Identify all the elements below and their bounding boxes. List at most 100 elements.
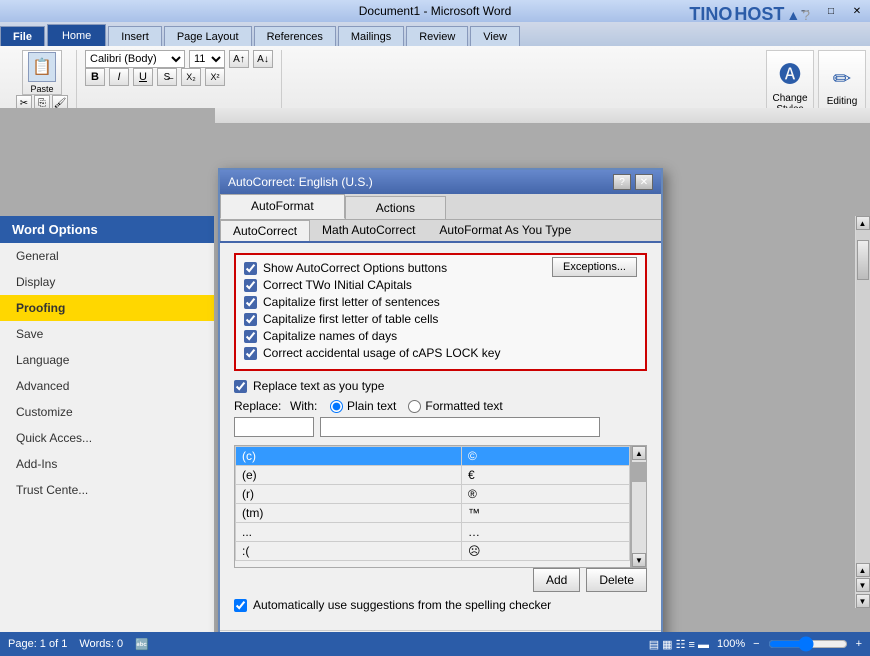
auto-suggest-checkbox[interactable] [234, 599, 247, 612]
zoom-level: 100% [717, 638, 745, 650]
table-cell-with: © [462, 447, 630, 466]
correct-two-row: Correct TWo INitial CApitals [244, 278, 637, 292]
correct-caps-lock-checkbox[interactable] [244, 347, 257, 360]
logo-icon: ▲ [786, 7, 800, 23]
tab-autoformat[interactable]: AutoFormat [220, 194, 345, 219]
auto-suggest-label: Automatically use suggestions from the s… [253, 598, 551, 612]
replacement-table-wrapper: (c) © (e) € (r) ® [234, 445, 647, 568]
table-cell-replace: (e) [236, 466, 462, 485]
replace-with-row: Replace: With: Plain text Formatted text [234, 399, 647, 413]
replace-label: Replace: [234, 399, 284, 413]
table-cell-replace: (c) [236, 447, 462, 466]
dialog-buttons: OK Cancel [220, 630, 661, 632]
italic-button[interactable]: I [109, 68, 129, 86]
replace-section: Replace text as you type Replace: With: … [234, 379, 647, 437]
replace-text-checkbox[interactable] [234, 380, 247, 393]
correct-two-checkbox[interactable] [244, 279, 257, 292]
strikethrough-button[interactable]: S̶ [157, 68, 177, 86]
close-window-button[interactable]: ✕ [844, 0, 870, 22]
autocorrect-dialog: AutoCorrect: English (U.S.) ? ✕ AutoForm… [218, 168, 663, 632]
superscript-button[interactable]: X² [205, 68, 225, 86]
underline-button[interactable]: U [133, 68, 153, 86]
formatted-text-label: Formatted text [425, 399, 502, 413]
capitalize-days-checkbox[interactable] [244, 330, 257, 343]
replacement-table: (c) © (e) € (r) ® [235, 446, 630, 561]
formatted-text-radio[interactable] [408, 400, 421, 413]
editing-icon: ✏ [833, 66, 851, 92]
scroll-up-arrow[interactable]: ▲ [632, 446, 646, 460]
tab-home[interactable]: Home [47, 24, 106, 46]
table-cell-with: € [462, 466, 630, 485]
replacement-table-scroll: (c) © (e) € (r) ® [234, 445, 631, 568]
tab-view[interactable]: View [470, 26, 520, 46]
tab-autoformat-as-you-type[interactable]: AutoFormat As You Type [427, 220, 583, 241]
table-row[interactable]: (r) ® [236, 485, 630, 504]
status-bar: Page: 1 of 1 Words: 0 🔤 ▤ ▦ ☷ ≡ ▬ 100% −… [0, 632, 870, 656]
replace-input[interactable] [234, 417, 314, 437]
language-status: 🔤 [135, 638, 149, 651]
editing-label: Editing [827, 96, 858, 107]
bold-button[interactable]: B [85, 68, 105, 86]
tab-file[interactable]: File [0, 26, 45, 46]
tab-references[interactable]: References [254, 26, 336, 46]
table-row[interactable]: (c) © [236, 447, 630, 466]
page-status: Page: 1 of 1 [8, 638, 67, 651]
correct-caps-lock-label: Correct accidental usage of cAPS LOCK ke… [263, 346, 500, 360]
font-name-select[interactable]: Calibri (Body) [85, 50, 185, 68]
add-button[interactable]: Add [533, 568, 580, 592]
font-row-1: Calibri (Body) 11 A↑ A↓ [85, 50, 273, 68]
font-size-select[interactable]: 11 [189, 50, 225, 68]
exceptions-button[interactable]: Exceptions... [552, 257, 637, 277]
checkbox-section: Exceptions... Show AutoCorrect Options b… [234, 253, 647, 371]
status-right: ▤ ▦ ☷ ≡ ▬ 100% − + [649, 636, 862, 652]
zoom-slider[interactable] [768, 636, 848, 652]
zoom-decrease-button[interactable]: − [753, 638, 759, 650]
tab-review[interactable]: Review [406, 26, 468, 46]
tab-math-autocorrect[interactable]: Math AutoCorrect [310, 220, 427, 241]
font-row-2: B I U S̶ X₂ X² [85, 68, 273, 86]
table-row[interactable]: (e) € [236, 466, 630, 485]
table-cell-replace: (r) [236, 485, 462, 504]
tab-autocorrect[interactable]: AutoCorrect [220, 220, 310, 241]
maximize-button[interactable]: □ [818, 0, 844, 22]
formatted-text-radio-label: Formatted text [408, 399, 502, 413]
tab-mailings[interactable]: Mailings [338, 26, 404, 46]
help-icon[interactable]: ? [802, 7, 810, 23]
tinohost-logo: TINOHOST ▲ ? [689, 4, 810, 25]
shrink-font-button[interactable]: A↓ [253, 50, 273, 68]
scroll-down-arrow[interactable]: ▼ [632, 553, 646, 567]
with-input[interactable] [320, 417, 600, 437]
grow-font-button[interactable]: A↑ [229, 50, 249, 68]
table-cell-with: … [462, 523, 630, 542]
subscript-button[interactable]: X₂ [181, 68, 201, 86]
tab-page-layout[interactable]: Page Layout [164, 26, 252, 46]
show-autocorrect-checkbox[interactable] [244, 262, 257, 275]
paste-icon: 📋 [28, 52, 56, 82]
radio-group: Plain text Formatted text [330, 399, 503, 413]
paste-button[interactable]: 📋 Paste [22, 50, 62, 95]
dialog-overlay: AutoCorrect: English (U.S.) ? ✕ AutoForm… [0, 108, 870, 632]
zoom-increase-button[interactable]: + [856, 638, 862, 650]
table-row[interactable]: :( ☹ [236, 542, 630, 561]
capitalize-table-checkbox[interactable] [244, 313, 257, 326]
capitalize-sentences-checkbox[interactable] [244, 296, 257, 309]
table-cell-replace: (tm) [236, 504, 462, 523]
plain-text-radio[interactable] [330, 400, 343, 413]
logo-text2: HOST [734, 4, 784, 25]
table-row[interactable]: (tm) ™ [236, 504, 630, 523]
dialog-close-button[interactable]: ✕ [635, 174, 653, 190]
scroll-thumb[interactable] [632, 462, 646, 482]
input-row [234, 417, 647, 437]
capitalize-table-label: Capitalize first letter of table cells [263, 312, 438, 326]
dialog-help-button[interactable]: ? [613, 174, 631, 190]
tab-actions[interactable]: Actions [345, 196, 446, 219]
capitalize-table-row: Capitalize first letter of table cells [244, 312, 637, 326]
table-cell-with: ® [462, 485, 630, 504]
show-autocorrect-label: Show AutoCorrect Options buttons [263, 261, 447, 275]
delete-button[interactable]: Delete [586, 568, 647, 592]
logo-text: TINO [689, 4, 732, 25]
table-scrollbar: ▲ ▼ [631, 445, 647, 568]
tab-insert[interactable]: Insert [108, 26, 162, 46]
table-row[interactable]: ... … [236, 523, 630, 542]
dialog-tabs-row1: AutoFormat Actions [220, 194, 661, 220]
